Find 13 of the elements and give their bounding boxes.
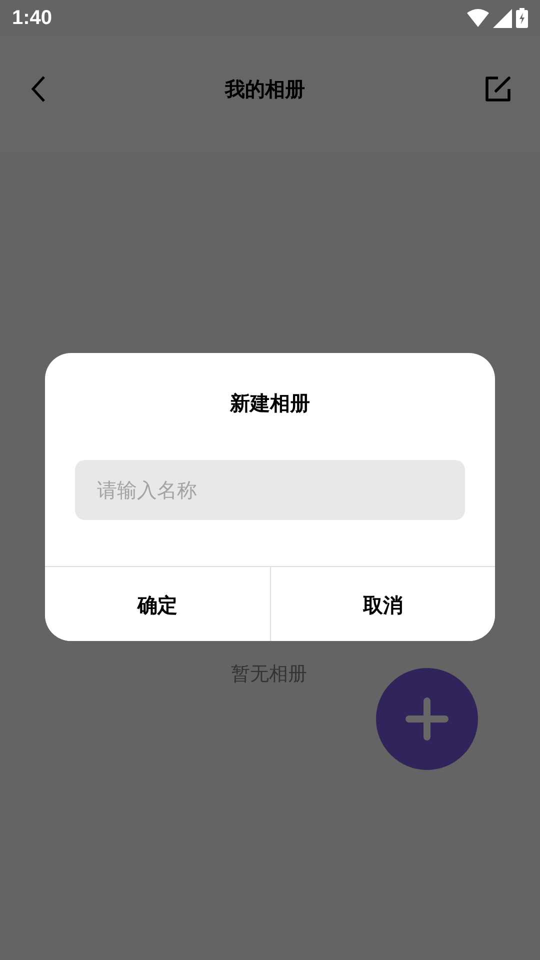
plus-icon	[405, 697, 449, 741]
name-input-field[interactable]: 请输入名称	[75, 460, 465, 520]
edit-icon	[484, 75, 512, 103]
dialog-title: 新建相册	[228, 390, 311, 417]
edit-button[interactable]	[484, 75, 512, 103]
cancel-button[interactable]: 取消	[270, 567, 495, 641]
signal-icon	[493, 8, 512, 28]
back-button[interactable]	[30, 75, 46, 103]
wifi-icon	[467, 9, 489, 27]
page-title: 我的相册	[225, 76, 305, 103]
status-time: 1:40	[12, 6, 52, 31]
battery-icon	[516, 8, 528, 28]
back-icon	[30, 75, 46, 103]
